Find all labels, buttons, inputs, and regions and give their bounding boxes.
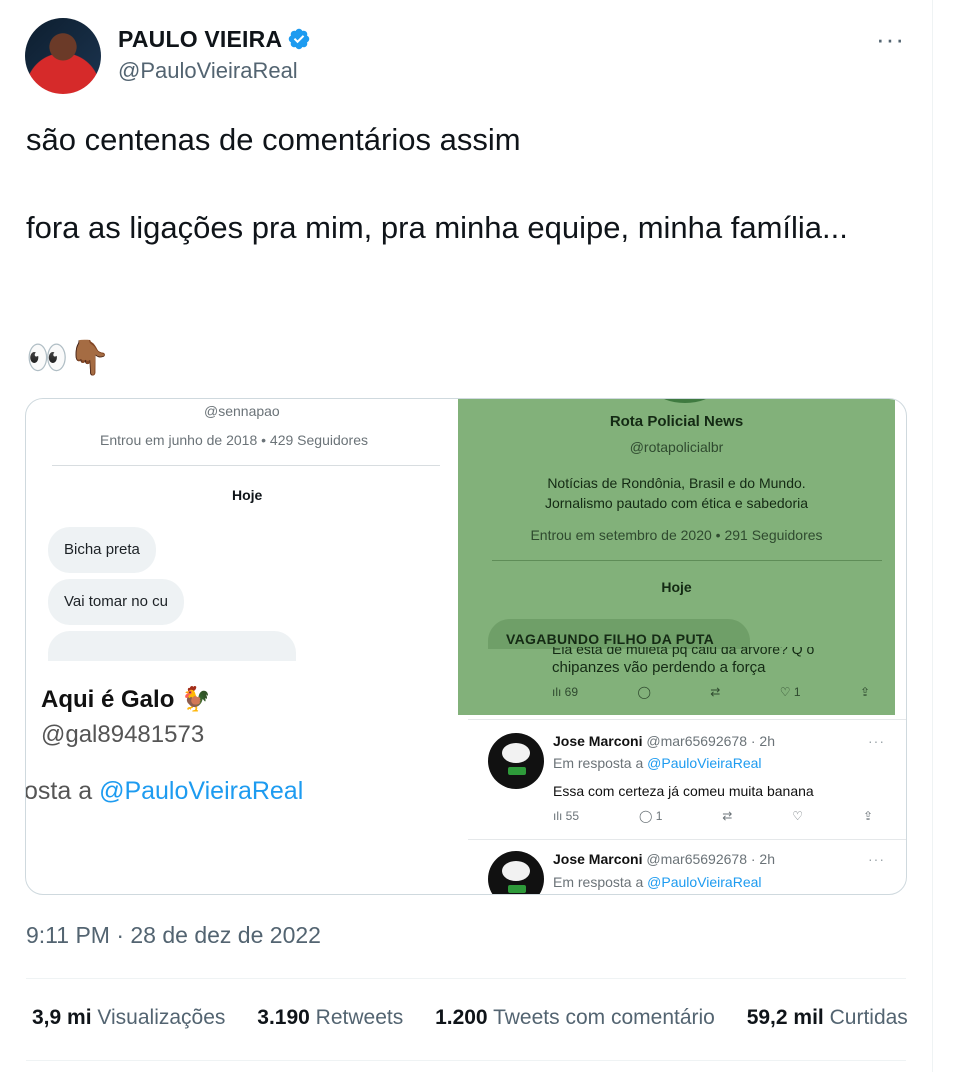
quote-tweets-value: 1.200 <box>435 1006 488 1029</box>
reply-prefix: Em resposta a <box>553 755 648 771</box>
dm-message-bubble: Bicha preta <box>48 527 156 573</box>
reply-author: Jose Marconi @mar65692678 · 2h <box>553 733 775 749</box>
quote-tweets-stat[interactable]: 1.200 Tweets com comentário <box>435 1006 715 1030</box>
author-name-text[interactable]: PAULO VIEIRA <box>118 26 282 52</box>
tweet-text: são centenas de comentários assim fora a… <box>26 122 848 245</box>
rota-bio-line2: Jornalismo pautado com ética e sabedoria <box>544 495 809 511</box>
dm-divider <box>52 465 440 466</box>
rota-profile-handle: @rotapolicialbr <box>629 439 724 455</box>
verified-badge-icon <box>289 28 310 50</box>
dm-message-bubble: Vai tomar no cu <box>48 579 184 625</box>
comment-count: 1 <box>655 809 663 823</box>
reply-divider <box>468 719 906 720</box>
reply-author: Jose Marconi @mar65692678 · 2h <box>553 851 775 867</box>
galo-reply-link: @PauloVieiraReal <box>99 777 304 805</box>
views-count: 69 <box>564 685 579 699</box>
more-options-icon[interactable]: ··· <box>876 24 905 55</box>
dm-handle: @sennapao <box>204 403 280 419</box>
reply-text: Essa com certeza já comeu muita banana <box>553 783 814 799</box>
footer-divider <box>26 1060 906 1061</box>
like-icon: ♡ 1 <box>779 685 801 699</box>
rota-joined-info: Entrou em setembro de 2020 • 291 Seguido… <box>530 527 823 543</box>
share-icon: ⇪ <box>859 685 870 699</box>
galo-profile-name: Aqui é Galo 🐓 <box>41 685 211 714</box>
quote-tweets-label: Tweets com comentário <box>493 1006 715 1029</box>
author-handle[interactable]: @PauloVieiraReal <box>118 58 298 84</box>
retweets-stat[interactable]: 3.190 Retweets <box>257 1006 403 1030</box>
rota-bio-line1: Notícias de Rondônia, Brasil e do Mundo. <box>547 475 806 491</box>
comment-icon: ◯ 1 <box>638 809 663 823</box>
galo-reply-context: osta a @PauloVieiraReal <box>25 777 304 806</box>
tweet-stats: 3,9 mi Visualizações 3.190 Retweets 1.20… <box>32 1006 932 1030</box>
retweets-label: Retweets <box>315 1006 404 1029</box>
galo-profile-handle: @gal89481573 <box>41 721 205 748</box>
rota-date-header: Hoje <box>661 579 692 595</box>
reply-link: @PauloVieiraReal <box>647 874 762 890</box>
likes-label: Curtidas <box>829 1006 908 1029</box>
retweets-value: 3.190 <box>257 1006 310 1029</box>
dm-joined-info: Entrou em junho de 2018 • 429 Seguidores <box>100 432 368 448</box>
retweet-icon: ⇄ <box>722 809 733 823</box>
reply-author-name: Jose Marconi <box>553 851 643 867</box>
likes-stat[interactable]: 59,2 mil Curtidas <box>747 1006 908 1030</box>
reply-actions: ılı 69 ◯ ⇄ ♡ 1 ⇪ <box>552 685 870 699</box>
reply-link: @PauloVieiraReal <box>647 755 762 771</box>
galo-reply-prefix: osta a <box>25 777 100 805</box>
reply-handle-time: @mar65692678 · 2h <box>646 733 775 749</box>
dm-date-header: Hoje <box>232 487 263 503</box>
reply-more-icon: ··· <box>868 851 885 867</box>
views-value: 3,9 mi <box>32 1006 92 1029</box>
like-count: 1 <box>793 685 801 699</box>
views-icon: ılı 55 <box>553 809 580 823</box>
tweet-timestamp[interactable]: 9:11 PM · 28 de dez de 2022 <box>26 922 321 949</box>
share-icon: ⇪ <box>862 809 873 823</box>
rota-divider <box>492 560 882 561</box>
author-avatar[interactable] <box>25 18 101 94</box>
reply-handle-time: @mar65692678 · 2h <box>646 851 775 867</box>
tweet-media-image[interactable]: @sennapao Entrou em junho de 2018 • 429 … <box>25 398 907 895</box>
highlighted-profile-panel: Rota Policial News @rotapolicialbr Notíc… <box>458 399 895 715</box>
likes-value: 59,2 mil <box>746 1006 824 1029</box>
dm-message-bubble-cropped <box>48 631 296 661</box>
reply-context: Em resposta a @PauloVieiraReal <box>553 755 762 771</box>
footer-divider <box>26 978 906 979</box>
author-display-name[interactable]: PAULO VIEIRA <box>118 26 311 53</box>
views-stat[interactable]: 3,9 mi Visualizações <box>32 1006 225 1030</box>
rota-message-text: VAGABUNDO FILHO DA PUTA <box>506 631 715 647</box>
reply-avatar <box>488 733 544 789</box>
views-icon: ılı 69 <box>552 685 579 699</box>
like-icon: ♡ <box>792 809 804 823</box>
galo-name-text: Aqui é Galo <box>41 686 175 713</box>
tweet-emojis: 👀👇🏾 <box>26 336 111 380</box>
eyes-pointing-down-emoji: 👀👇🏾 <box>26 339 111 377</box>
retweet-icon: ⇄ <box>710 685 721 699</box>
timeline-border <box>932 0 933 1072</box>
reply-divider <box>468 839 906 840</box>
rota-profile-name: Rota Policial News <box>609 413 744 430</box>
reply-more-icon: ··· <box>868 733 885 749</box>
views-label: Visualizações <box>97 1006 226 1029</box>
comment-icon: ◯ <box>637 685 651 699</box>
rota-avatar-cropped <box>658 399 712 403</box>
views-count: 55 <box>565 809 580 823</box>
reply-text-line2: chipanzes vão perdendo a força <box>552 659 766 676</box>
rooster-emoji: 🐓 <box>181 686 211 713</box>
reply-context: Em resposta a @PauloVieiraReal <box>553 874 762 890</box>
reply-author-name: Jose Marconi <box>553 733 643 749</box>
reply-actions: ılı 55 ◯ 1 ⇄ ♡ ⇪ <box>553 809 873 823</box>
reply-prefix: Em resposta a <box>553 874 648 890</box>
reply-avatar <box>488 851 544 894</box>
